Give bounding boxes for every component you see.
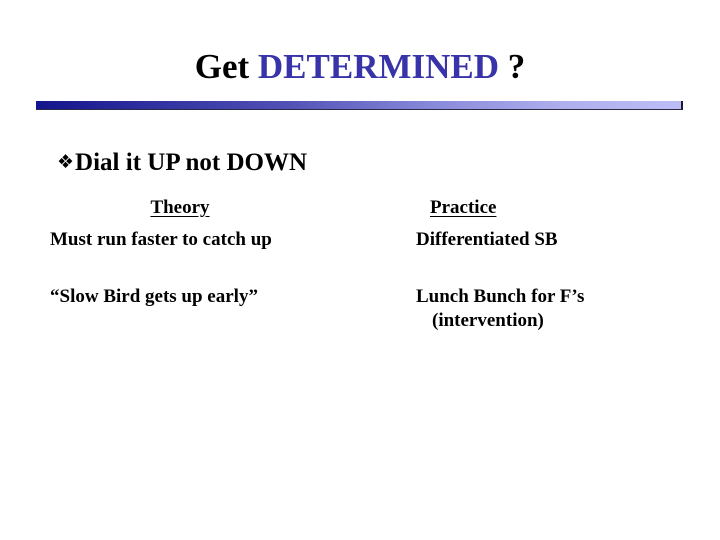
table-column-theory: Theory Must run faster to catch up “Slow… <box>50 196 380 309</box>
cell-practice-row2-line1: Lunch Bunch for F’s <box>416 286 585 307</box>
bullet-list-item: ❖Dial it UP not DOWN <box>57 148 307 178</box>
table-row: Lunch Bunch for F’s (intervention) <box>416 285 696 333</box>
table-row: Differentiated SB <box>416 228 696 252</box>
cell-theory-row2-line1: “Slow Bird gets up early” <box>50 286 258 307</box>
cell-practice-row1-line1: Differentiated SB <box>416 229 558 250</box>
table-column-practice: Practice Differentiated SB Lunch Bunch f… <box>416 196 696 333</box>
cell-theory-row1-line1: Must run faster to catch up <box>50 229 272 250</box>
bullet-item-label: Dial it UP not DOWN <box>75 149 307 176</box>
table-row: “Slow Bird gets up early” <box>50 285 380 309</box>
column-header-theory: Theory <box>150 197 210 218</box>
diamond-bullet-icon: ❖ <box>57 151 75 173</box>
slide-body: ❖Dial it UP not DOWN Theory Must run fas… <box>0 0 720 540</box>
presentation-slide: Get DETERMINED ? ❖Dial it UP not DOWN Th… <box>0 0 720 540</box>
table-row: Must run faster to catch up <box>50 228 380 252</box>
cell-practice-row2-line2: (intervention) <box>432 310 544 331</box>
column-header-practice: Practice <box>430 197 497 218</box>
